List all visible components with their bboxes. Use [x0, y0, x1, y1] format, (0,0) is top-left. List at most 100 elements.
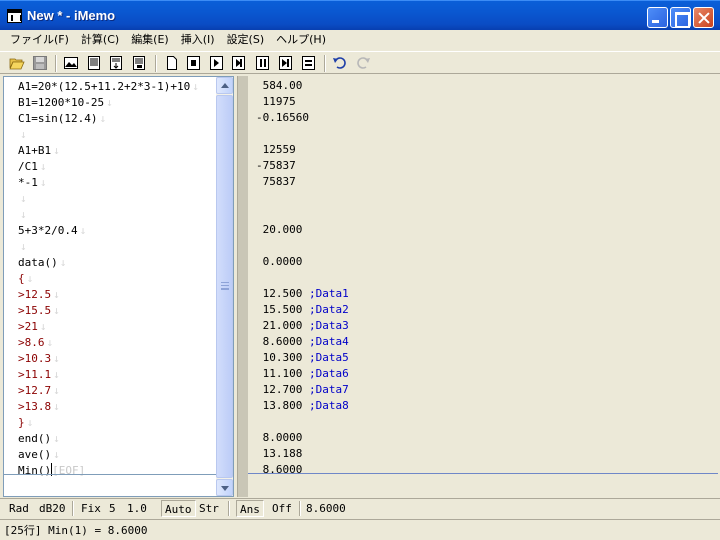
editor-line-text: *-1 [18, 176, 38, 189]
maximize-button[interactable] [670, 7, 691, 28]
editor-line[interactable]: } ↓ [18, 415, 218, 431]
line-end-mark: ↓ [20, 192, 27, 205]
menu-settings[interactable]: 設定(S) [221, 31, 271, 49]
line-end-mark: ↓ [20, 128, 27, 141]
line-end-mark: ↓ [53, 432, 60, 445]
status-auto[interactable]: Auto [161, 500, 196, 517]
export-icon[interactable] [131, 55, 147, 71]
status-str[interactable]: Str [196, 500, 222, 517]
editor-line-text: 5+3*2/0.4 [18, 224, 78, 237]
editor-line-text: Min() [18, 464, 52, 477]
editor-line-text: /C1 [18, 160, 38, 173]
editor-line-text: end() [18, 432, 52, 445]
list-icon[interactable] [86, 55, 102, 71]
editor-line[interactable]: >13.8 ↓ [18, 399, 218, 415]
editor-line[interactable]: data() ↓ [18, 255, 218, 271]
menu-calc[interactable]: 計算(C) [75, 31, 125, 49]
stop-icon[interactable] [187, 56, 200, 70]
editor-line[interactable]: >10.3 ↓ [18, 351, 218, 367]
editor-line-text: >12.5 [18, 288, 52, 301]
editor-line[interactable]: {↓ [18, 271, 218, 287]
title-bar: New * - iMemo [0, 0, 720, 30]
editor-line[interactable]: 5+3*2/0.4 ↓ [18, 223, 218, 239]
editor-line[interactable]: ↓ [18, 191, 218, 207]
line-end-mark: ↓ [53, 368, 60, 381]
editor-line[interactable]: >12.7 ↓ [18, 383, 218, 399]
menu-edit[interactable]: 編集(E) [125, 31, 175, 49]
editor-line[interactable]: ↓ [18, 127, 218, 143]
line-end-mark: ↓ [39, 320, 47, 333]
editor-line-text: >8.6 [18, 336, 45, 349]
status-off[interactable]: Off [269, 500, 295, 517]
scroll-up-button[interactable] [216, 77, 233, 94]
editor-line[interactable]: >15.5 ↓ [18, 303, 218, 319]
editor-line-text: >21 [18, 320, 38, 333]
scroll-down-button[interactable] [216, 479, 233, 496]
result-comment: ;Data3 [308, 319, 349, 332]
editor-line[interactable]: *-1 ↓ [18, 175, 218, 191]
open-folder-icon[interactable] [9, 55, 25, 71]
vertical-scrollbar[interactable] [216, 77, 233, 496]
status-fix-value[interactable]: 1.0 [124, 500, 150, 517]
result-comment: ;Data6 [308, 367, 349, 380]
new-page-icon[interactable] [164, 55, 180, 71]
result-line [256, 414, 349, 430]
status-separator [228, 501, 230, 516]
formula-editor[interactable]: A1=20*(12.5+11.2+2*3-1)+10 ↓ B1=1200*10-25… [3, 76, 234, 497]
status-fix-digits[interactable]: 5 [106, 500, 119, 517]
editor-line[interactable]: A1=20*(12.5+11.2+2*3-1)+10 ↓ [18, 79, 218, 95]
editor-line[interactable]: ↓ [18, 207, 218, 223]
result-line [256, 206, 349, 222]
editor-line[interactable]: Min()[EOF] [18, 463, 218, 479]
scroll-thumb[interactable] [216, 95, 233, 478]
result-value: -75837 [256, 159, 296, 172]
editor-line[interactable]: C1=sin(12.4) ↓ [18, 111, 218, 127]
result-value: 21.000 [256, 319, 309, 332]
editor-line[interactable]: >11.1 ↓ [18, 367, 218, 383]
status-separator [299, 501, 301, 516]
pause-icon[interactable] [256, 56, 269, 70]
status-db[interactable]: dB20 [36, 500, 69, 517]
editor-line[interactable]: B1=1200*10-25 ↓ [18, 95, 218, 111]
status-fix[interactable]: Fix [78, 500, 104, 517]
save-icon[interactable] [32, 55, 48, 71]
line-end-mark: ↓ [53, 144, 60, 157]
menu-file[interactable]: ファイル(F) [4, 31, 75, 49]
editor-line[interactable]: end() ↓ [18, 431, 218, 447]
editor-line[interactable]: ave() ↓ [18, 447, 218, 463]
redo-icon[interactable] [355, 55, 371, 71]
next-icon[interactable] [279, 56, 292, 70]
editor-line-text: >11.1 [18, 368, 52, 381]
pane-splitter[interactable] [237, 76, 248, 497]
toolbar [0, 51, 720, 74]
editor-line[interactable]: A1+B1 ↓ [18, 143, 218, 159]
editor-line-text: >10.3 [18, 352, 52, 365]
editor-line-text: } [18, 416, 25, 429]
result-comment: ;Data2 [308, 303, 349, 316]
result-line: 13.800 ;Data8 [256, 398, 349, 414]
play-icon[interactable] [210, 56, 223, 70]
close-button[interactable] [693, 7, 714, 28]
step-icon[interactable] [232, 56, 245, 70]
app-icon[interactable] [7, 9, 22, 23]
line-end-mark: ↓ [53, 352, 60, 365]
result-line: 584.00 [256, 78, 349, 94]
editor-line[interactable]: >21 ↓ [18, 319, 218, 335]
editor-line[interactable]: >12.5 ↓ [18, 287, 218, 303]
lines-icon[interactable] [302, 56, 315, 70]
undo-icon[interactable] [332, 55, 348, 71]
line-end-mark: ↓ [99, 112, 107, 125]
line-end-mark: ↓ [53, 384, 60, 397]
status-ans[interactable]: Ans [236, 500, 264, 517]
insert-icon[interactable] [108, 55, 124, 71]
editor-line[interactable]: >8.6 ↓ [18, 335, 218, 351]
image-icon[interactable] [63, 55, 79, 71]
result-line: 21.000 ;Data3 [256, 318, 349, 334]
minimize-button[interactable] [647, 7, 668, 28]
result-line: 0.0000 [256, 254, 349, 270]
menu-help[interactable]: ヘルプ(H) [270, 31, 332, 49]
editor-line[interactable]: ↓ [18, 239, 218, 255]
menu-insert[interactable]: 挿入(I) [175, 31, 221, 49]
status-angle[interactable]: Rad [6, 500, 32, 517]
editor-line[interactable]: /C1 ↓ [18, 159, 218, 175]
